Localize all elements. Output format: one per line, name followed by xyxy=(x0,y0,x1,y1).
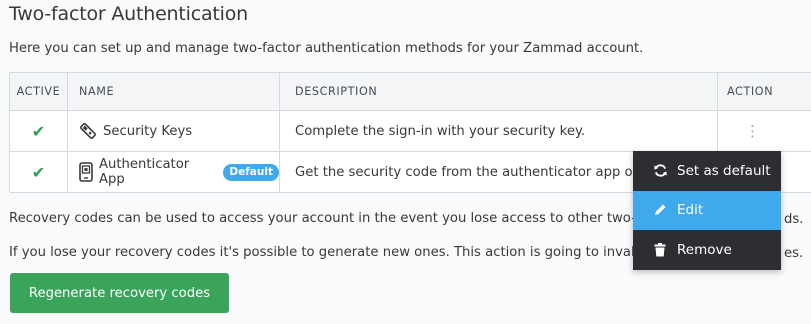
refresh-icon xyxy=(651,163,669,178)
column-header-action: ACTION xyxy=(727,85,774,98)
recovery-codes-info: Recovery codes can be used to access you… xyxy=(9,211,670,226)
page-title: Two-factor Authentication xyxy=(9,3,249,25)
more-actions-icon[interactable]: ⋮ xyxy=(727,122,760,140)
regenerate-info: If you lose your recovery codes it's pos… xyxy=(9,245,660,260)
action-context-menu: Set as default Edit Remove xyxy=(633,151,781,270)
default-badge: Default xyxy=(223,163,279,181)
page-intro: Here you can set up and manage two-facto… xyxy=(9,41,644,56)
check-icon: ✔ xyxy=(31,121,46,141)
menu-item-set-as-default[interactable]: Set as default xyxy=(633,151,781,191)
recovery-codes-info-tail: ds. xyxy=(784,212,804,227)
security-key-icon xyxy=(79,122,97,140)
method-name: Authenticator App xyxy=(99,157,190,187)
method-description: Complete the sign-in with your security … xyxy=(280,111,718,151)
table-row: ✔ Security Keys Complete the sign-in wit… xyxy=(10,110,811,151)
regenerate-info-tail: es. xyxy=(784,246,804,261)
column-header-description: DESCRIPTION xyxy=(280,73,718,110)
menu-item-remove[interactable]: Remove xyxy=(633,230,781,270)
table-header-row: ACTIVE NAME DESCRIPTION ACTION xyxy=(10,73,811,110)
column-header-active: ACTIVE xyxy=(10,73,68,110)
pencil-icon xyxy=(651,203,669,217)
trash-icon xyxy=(651,242,669,257)
menu-item-edit[interactable]: Edit xyxy=(633,190,781,231)
regenerate-recovery-codes-button[interactable]: Regenerate recovery codes xyxy=(10,273,229,313)
method-name: Security Keys xyxy=(103,123,193,139)
check-icon: ✔ xyxy=(31,162,46,182)
column-header-name: NAME xyxy=(68,73,280,110)
authenticator-app-icon xyxy=(79,162,93,182)
